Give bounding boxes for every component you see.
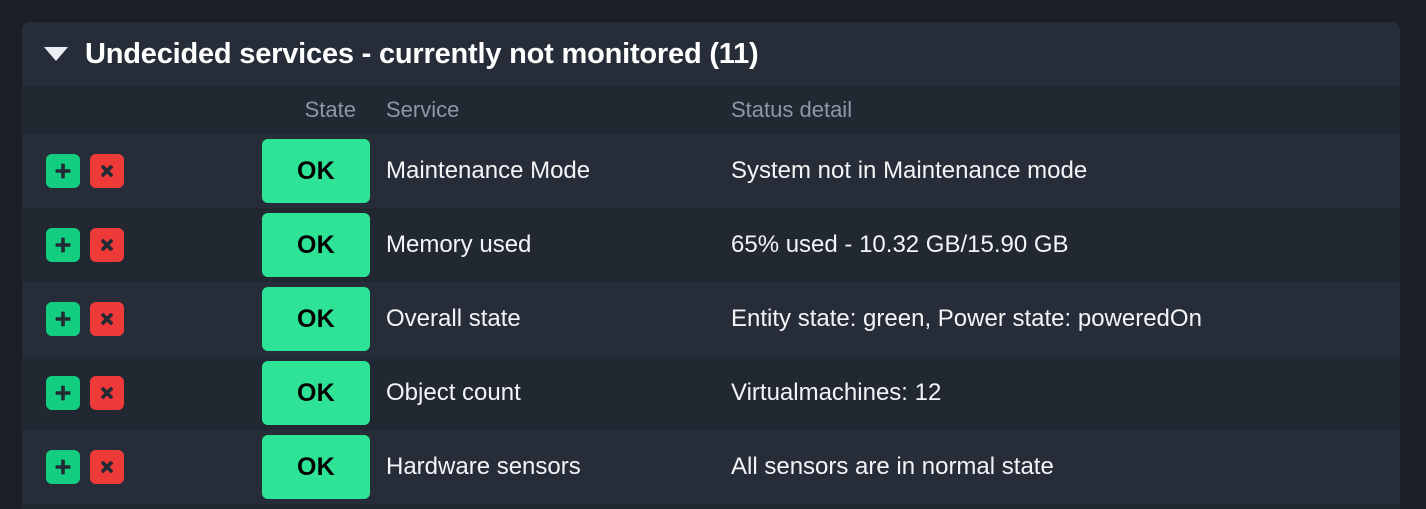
row-actions-cell xyxy=(22,430,260,504)
section-header[interactable]: Undecided services - currently not monit… xyxy=(22,22,1400,86)
row-action-buttons xyxy=(46,154,260,188)
table-head: State Service Status detail xyxy=(22,86,1400,134)
status-badge[interactable]: OK xyxy=(262,287,370,351)
status-badge[interactable]: OK xyxy=(262,435,370,499)
service-name-cell: Hardware sensors xyxy=(386,453,581,480)
row-actions-cell xyxy=(22,208,260,282)
table-row: OK Memory used 65% used - 10.32 GB/15.90 G… xyxy=(22,208,1400,282)
add-service-button[interactable] xyxy=(46,228,80,262)
remove-service-button[interactable] xyxy=(90,228,124,262)
add-service-button[interactable] xyxy=(46,154,80,188)
remove-service-button[interactable] xyxy=(90,302,124,336)
status-detail-cell: Entity state: green, Power state: powere… xyxy=(731,305,1202,332)
page-title: Undecided services - currently not monit… xyxy=(85,37,759,70)
plus-icon xyxy=(54,458,72,476)
remove-service-button[interactable] xyxy=(90,154,124,188)
column-header-service: Service xyxy=(386,97,460,122)
status-detail-cell: 65% used - 10.32 GB/15.90 GB xyxy=(731,231,1069,258)
table-row: OK Maintenance Mode System not in Maintena… xyxy=(22,134,1400,208)
status-badge[interactable]: OK xyxy=(262,361,370,425)
plus-icon xyxy=(54,310,72,328)
plus-icon xyxy=(54,236,72,254)
row-actions-cell xyxy=(22,356,260,430)
status-detail-cell: All sensors are in normal state xyxy=(731,453,1054,480)
row-actions-cell xyxy=(22,282,260,356)
table-header-row: State Service Status detail xyxy=(22,86,1400,134)
column-header-state: State xyxy=(304,97,356,122)
service-name-cell: Maintenance Mode xyxy=(386,157,591,184)
row-actions-cell xyxy=(22,134,260,208)
add-service-button[interactable] xyxy=(46,302,80,336)
table-row: OK Hardware sensors All sensors are in nor… xyxy=(22,430,1400,504)
remove-service-button[interactable] xyxy=(90,450,124,484)
service-name-cell: Object count xyxy=(386,379,521,406)
column-header-status-detail: Status detail xyxy=(731,97,853,122)
status-detail-cell: Virtualmachines: 12 xyxy=(731,379,942,406)
table-row: OK Overall state Entity state: green, Powe… xyxy=(22,282,1400,356)
remove-service-button[interactable] xyxy=(90,376,124,410)
row-action-buttons xyxy=(46,228,260,262)
caret-down-icon[interactable] xyxy=(44,47,68,61)
table-row: OK Object count Virtualmachines: 12 xyxy=(22,356,1400,430)
plus-icon xyxy=(54,162,72,180)
state-cell: OK xyxy=(260,356,372,430)
state-cell: OK xyxy=(260,208,372,282)
add-service-button[interactable] xyxy=(46,450,80,484)
undecided-services-panel: Undecided services - currently not monit… xyxy=(22,22,1400,509)
row-action-buttons xyxy=(46,302,260,336)
status-detail-cell: System not in Maintenance mode xyxy=(731,157,1088,184)
service-name-cell: Overall state xyxy=(386,305,521,332)
status-badge[interactable]: OK xyxy=(262,213,370,277)
cross-icon xyxy=(98,162,116,180)
state-cell: OK xyxy=(260,282,372,356)
table-body: OK Maintenance Mode System not in Maintena… xyxy=(22,134,1400,504)
state-cell: OK xyxy=(260,430,372,504)
row-action-buttons xyxy=(46,376,260,410)
add-service-button[interactable] xyxy=(46,376,80,410)
row-action-buttons xyxy=(46,450,260,484)
plus-icon xyxy=(54,384,72,402)
cross-icon xyxy=(98,384,116,402)
services-table: State Service Status detail OK Maintenanc… xyxy=(22,86,1400,504)
cross-icon xyxy=(98,458,116,476)
column-header-actions xyxy=(22,86,260,134)
status-badge[interactable]: OK xyxy=(262,139,370,203)
cross-icon xyxy=(98,236,116,254)
state-cell: OK xyxy=(260,134,372,208)
service-name-cell: Memory used xyxy=(386,231,532,258)
cross-icon xyxy=(98,310,116,328)
